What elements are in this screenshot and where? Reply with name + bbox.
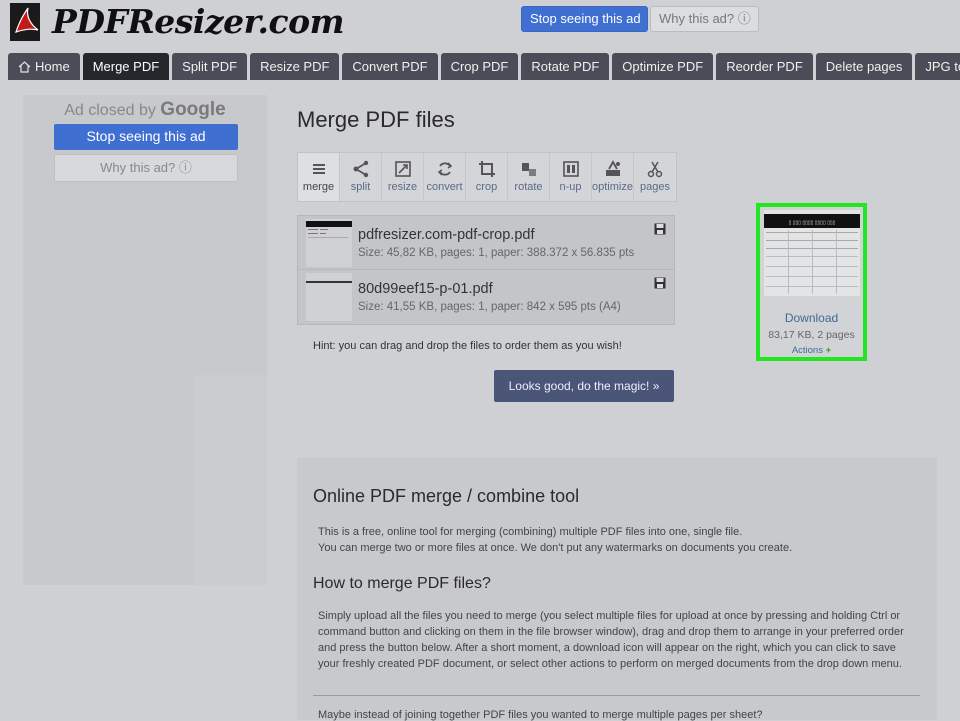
plus-icon: +	[825, 345, 832, 356]
google-brand: Google	[160, 99, 226, 120]
how-to-text: Simply upload all the files you need to …	[318, 610, 904, 670]
tool-toolbar: merge split resize convert crop rotate n…	[297, 152, 677, 202]
info-title: Online PDF merge / combine tool	[313, 486, 580, 506]
file-thumbnail	[306, 273, 352, 321]
tool-rotate[interactable]: rotate	[508, 153, 550, 201]
tool-merge[interactable]: merge	[298, 153, 340, 201]
do-the-magic-button[interactable]: Looks good, do the magic! »	[494, 370, 674, 402]
drag-drop-hint: Hint: you can drag and drop the files to…	[313, 340, 622, 352]
main-panel: Ad closed by Google Stop seeing this ad …	[8, 80, 952, 721]
info-intro: This is a free, online tool for merging …	[318, 526, 793, 554]
tab-convert-pdf[interactable]: Convert PDF	[342, 53, 438, 80]
save-icon[interactable]	[654, 223, 666, 235]
scissors-icon	[647, 161, 663, 178]
info-section: Online PDF merge / combine tool This is …	[297, 458, 937, 721]
resize-icon	[394, 161, 411, 177]
file-name: pdfresizer.com-pdf-crop.pdf	[358, 227, 535, 243]
download-link[interactable]: Download	[760, 311, 863, 325]
svg-text:▯ ▯▯▯ ▯▯▯▯ ▯▯▯▯ ▯▯▯: ▯ ▯▯▯ ▯▯▯▯ ▯▯▯▯ ▯▯▯	[789, 220, 836, 226]
tool-convert[interactable]: convert	[424, 153, 466, 201]
merge-icon	[312, 164, 325, 174]
why-this-ad-button[interactable]: Why this ad? ⓘ	[650, 6, 759, 32]
tool-n-up[interactable]: n-up	[550, 153, 592, 201]
ad-closed-notice: Ad closed by Google	[64, 99, 226, 120]
tab-rotate-pdf[interactable]: Rotate PDF	[521, 53, 610, 80]
uploaded-file-list: pdfresizer.com-pdf-crop.pdf Size: 45,82 …	[297, 215, 675, 325]
tab-jpg-to-pdf[interactable]: JPG to PDF	[915, 53, 960, 80]
merged-pdf-thumbnail[interactable]: ▯ ▯▯▯ ▯▯▯▯ ▯▯▯▯ ▯▯▯	[764, 210, 860, 296]
logo-text: PDFResizer.com	[52, 2, 345, 41]
tab-optimize-pdf[interactable]: Optimize PDF	[612, 53, 714, 80]
file-item[interactable]: 80d99eef15-p-01.pdf Size: 41,55 KB, page…	[297, 270, 675, 325]
how-to-title: How to merge PDF files?	[313, 575, 491, 592]
divider	[313, 695, 920, 696]
optimize-icon	[605, 160, 620, 176]
tool-split[interactable]: split	[340, 153, 382, 201]
site-header: PDFResizer.com Stop seeing this ad Why t…	[0, 0, 960, 52]
actions-dropdown[interactable]: Actions +	[760, 345, 863, 356]
tool-resize[interactable]: resize	[382, 153, 424, 201]
tab-crop-pdf[interactable]: Crop PDF	[440, 53, 519, 80]
n-up-icon	[562, 161, 579, 177]
tab-reorder-pdf[interactable]: Reorder PDF	[716, 53, 813, 80]
file-meta: Size: 45,82 KB, pages: 1, paper: 388.372…	[358, 247, 635, 259]
tab-label: Home	[35, 59, 70, 74]
merged-result-box: ▯ ▯▯▯ ▯▯▯▯ ▯▯▯▯ ▯▯▯ Download 83,17 KB, 2…	[756, 203, 867, 361]
file-meta: Size: 41,55 KB, pages: 1, paper: 842 x 5…	[358, 301, 621, 313]
main-nav-tabs: Home Merge PDF Split PDF Resize PDF Conv…	[8, 53, 960, 80]
tool-crop[interactable]: crop	[466, 153, 508, 201]
file-item[interactable]: pdfresizer.com-pdf-crop.pdf Size: 45,82 …	[297, 215, 675, 270]
tool-optimize[interactable]: optimize	[592, 153, 634, 201]
left-ad-slot: Ad closed by Google Stop seeing this ad …	[23, 95, 267, 585]
nup-suggestion: Maybe instead of joining together PDF fi…	[318, 709, 763, 721]
logo-icon	[8, 2, 48, 42]
tab-home[interactable]: Home	[8, 53, 80, 80]
save-icon[interactable]	[654, 277, 666, 289]
tab-merge-pdf[interactable]: Merge PDF	[82, 53, 170, 80]
convert-icon	[437, 162, 452, 176]
stop-seeing-ad-button[interactable]: Stop seeing this ad	[521, 6, 648, 32]
ad-placeholder	[193, 375, 267, 585]
split-icon	[353, 160, 368, 178]
file-name: 80d99eef15-p-01.pdf	[358, 281, 493, 297]
tab-split-pdf[interactable]: Split PDF	[172, 53, 248, 80]
site-logo[interactable]: PDFResizer.com	[8, 2, 345, 42]
left-why-this-ad-button[interactable]: Why this ad? ⓘ	[54, 154, 238, 182]
merged-file-meta: 83,17 KB, 2 pages	[768, 329, 855, 341]
tab-resize-pdf[interactable]: Resize PDF	[250, 53, 340, 80]
home-icon	[18, 60, 31, 73]
tool-pages[interactable]: pages	[634, 153, 676, 201]
page-title: Merge PDF files	[297, 107, 455, 132]
crop-icon	[478, 161, 495, 177]
tab-delete-pages[interactable]: Delete pages	[815, 53, 913, 80]
rotate-icon	[521, 163, 536, 176]
file-thumbnail	[306, 219, 352, 267]
left-stop-seeing-ad-button[interactable]: Stop seeing this ad	[54, 124, 238, 150]
